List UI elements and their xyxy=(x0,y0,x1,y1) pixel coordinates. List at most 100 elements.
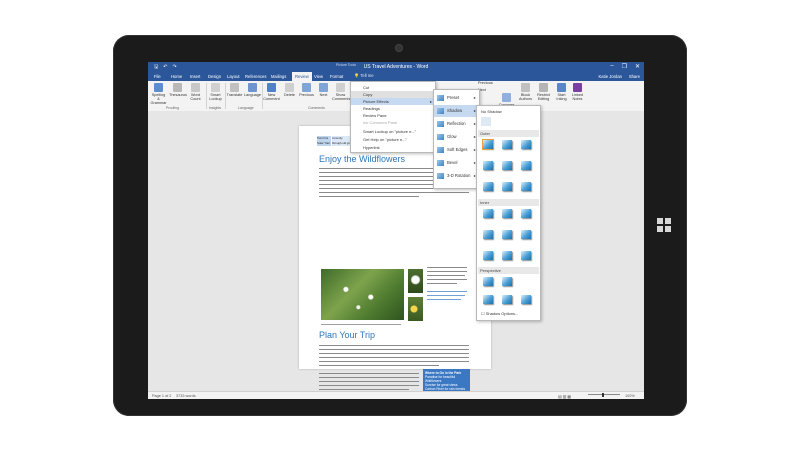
show-comments-button[interactable]: Show Comments xyxy=(332,83,350,101)
effects-3d-rotation[interactable]: 3-D Rotation ▸ xyxy=(434,170,479,182)
restore-icon[interactable]: ❐ xyxy=(622,63,627,70)
tab-layout[interactable]: Layout xyxy=(227,74,240,79)
delete-icon xyxy=(285,83,294,92)
previous-label: Previous xyxy=(299,93,314,97)
translate-button[interactable]: Translate xyxy=(226,83,243,97)
language-button[interactable]: Language xyxy=(244,83,261,97)
next-small-button[interactable]: Next xyxy=(478,88,500,92)
block-authors-button[interactable]: Block Authors xyxy=(517,83,534,101)
menu-item-cut[interactable]: Cut xyxy=(351,84,435,91)
menu-item-get-help[interactable]: Get Help on "picture e..." xyxy=(351,136,435,143)
menu-item-readings[interactable]: Readings xyxy=(351,105,435,112)
text-line xyxy=(427,291,467,293)
shadow-swatch[interactable] xyxy=(483,251,493,260)
text-line xyxy=(427,283,457,285)
text-line xyxy=(319,349,469,351)
shadow-swatch[interactable] xyxy=(483,230,493,239)
tab-insert[interactable]: Insert xyxy=(190,74,200,79)
shadow-swatch[interactable] xyxy=(502,295,512,304)
menu-item-hyperlink[interactable]: Hyperlink xyxy=(351,144,435,151)
shadow-swatch[interactable] xyxy=(521,251,531,260)
shadow-swatch[interactable] xyxy=(502,140,512,149)
share-button[interactable]: Share xyxy=(629,74,640,79)
view-buttons[interactable]: ▤ ▥ ▦ xyxy=(558,394,571,399)
menu-item-copy[interactable]: Copy xyxy=(351,91,435,98)
shadow-swatch[interactable] xyxy=(521,295,531,304)
tell-me-label: Tell me xyxy=(360,73,374,78)
shadow-swatch[interactable] xyxy=(483,277,493,286)
new-comment-button[interactable]: New Comment xyxy=(263,83,280,101)
shadow-swatch[interactable] xyxy=(502,230,512,239)
previous-button[interactable]: Previous xyxy=(298,83,315,97)
tab-design[interactable]: Design xyxy=(208,74,221,79)
tab-review[interactable]: Review xyxy=(292,72,312,81)
wildflower-photo[interactable] xyxy=(321,269,404,320)
zoom-slider[interactable] xyxy=(588,392,620,397)
tab-references[interactable]: References xyxy=(245,74,266,79)
effects-glow[interactable]: Glow ▸ xyxy=(434,131,479,143)
tab-format[interactable]: Format xyxy=(330,74,343,79)
shadow-swatch[interactable] xyxy=(521,140,531,149)
group-insights: Insights xyxy=(209,106,222,110)
menu-item-ink-comment[interactable]: Ink Comment Pane xyxy=(351,119,435,126)
tab-mailings[interactable]: Mailings xyxy=(271,74,286,79)
tab-file[interactable]: File xyxy=(154,74,161,79)
effects-preset-label: Preset xyxy=(447,95,460,100)
tell-me-box[interactable]: 💡 Tell me xyxy=(354,73,374,79)
tab-view[interactable]: View xyxy=(314,74,323,79)
previous-small-button[interactable]: Previous xyxy=(478,81,500,85)
text-line xyxy=(319,365,439,367)
minimize-icon[interactable]: – xyxy=(610,63,613,70)
shadow-swatch[interactable] xyxy=(483,209,493,218)
next-button[interactable]: Next xyxy=(315,83,332,97)
thesaurus-icon xyxy=(173,83,182,92)
no-shadow-swatch[interactable] xyxy=(481,117,491,126)
linked-notes-button[interactable]: Linked Notes xyxy=(569,83,586,101)
text-line xyxy=(319,385,419,387)
word-count-button[interactable]: Word Count xyxy=(187,83,204,101)
shadow-swatch[interactable] xyxy=(521,230,531,239)
close-icon[interactable]: ✕ xyxy=(635,63,640,70)
zoom-level[interactable]: 100% xyxy=(625,394,635,398)
shadow-swatch[interactable] xyxy=(482,139,494,150)
effects-reflection[interactable]: Reflection ▸ xyxy=(434,118,479,130)
shadow-swatch[interactable] xyxy=(521,209,531,218)
spelling-button[interactable]: Spelling & Grammar xyxy=(150,83,167,105)
word-window: 🖫 ↶ ↷ Picture Tools US Travel Adventures… xyxy=(148,62,644,399)
shadow-icon xyxy=(437,108,444,114)
shadow-swatch[interactable] xyxy=(483,182,493,191)
shadow-swatch[interactable] xyxy=(483,295,493,304)
shadow-options-button[interactable]: ☐ Shadow Options... xyxy=(481,311,518,316)
shadow-swatch[interactable] xyxy=(521,161,531,170)
word-count[interactable]: 3733 words xyxy=(176,394,196,398)
flower-photo-yellow[interactable] xyxy=(408,297,423,321)
thesaurus-button[interactable]: Thesaurus xyxy=(169,83,187,97)
shadow-swatch[interactable] xyxy=(502,161,512,170)
effects-soft-edges[interactable]: Soft Edges ▸ xyxy=(434,144,479,156)
no-shadow-label: No Shadow xyxy=(481,109,502,114)
tab-home[interactable]: Home xyxy=(171,74,182,79)
shadow-swatch[interactable] xyxy=(502,209,512,218)
onenote-icon xyxy=(573,83,582,92)
page-count[interactable]: Page 1 of 2 xyxy=(152,394,171,398)
shadow-swatch[interactable] xyxy=(483,161,493,170)
user-name[interactable]: Katie Jordan xyxy=(598,74,622,79)
effects-bevel[interactable]: Bevel ▸ xyxy=(434,157,479,169)
restrict-editing-button[interactable]: Restrict Editing xyxy=(535,83,552,101)
menu-item-picture-effects[interactable]: Picture Effects ▸ xyxy=(351,98,435,105)
start-inking-button[interactable]: Start Inking xyxy=(553,83,570,101)
text-line xyxy=(427,267,467,269)
delete-button[interactable]: Delete xyxy=(281,83,298,97)
shadow-swatch[interactable] xyxy=(502,277,512,286)
previous-icon xyxy=(302,83,311,92)
smart-lookup-button[interactable]: Smart Lookup xyxy=(207,83,224,101)
windows-logo-icon[interactable] xyxy=(657,218,671,232)
menu-item-review-pane[interactable]: Review Pane xyxy=(351,112,435,119)
effects-shadow[interactable]: Shadow ▸ xyxy=(434,105,479,117)
effects-preset[interactable]: Preset ▸ xyxy=(434,92,479,104)
shadow-swatch[interactable] xyxy=(502,182,512,191)
flower-photo-white[interactable] xyxy=(408,269,423,293)
shadow-swatch[interactable] xyxy=(502,251,512,260)
shadow-swatch[interactable] xyxy=(521,182,531,191)
menu-item-smart-lookup[interactable]: Smart Lookup on "picture e..." xyxy=(351,128,435,135)
